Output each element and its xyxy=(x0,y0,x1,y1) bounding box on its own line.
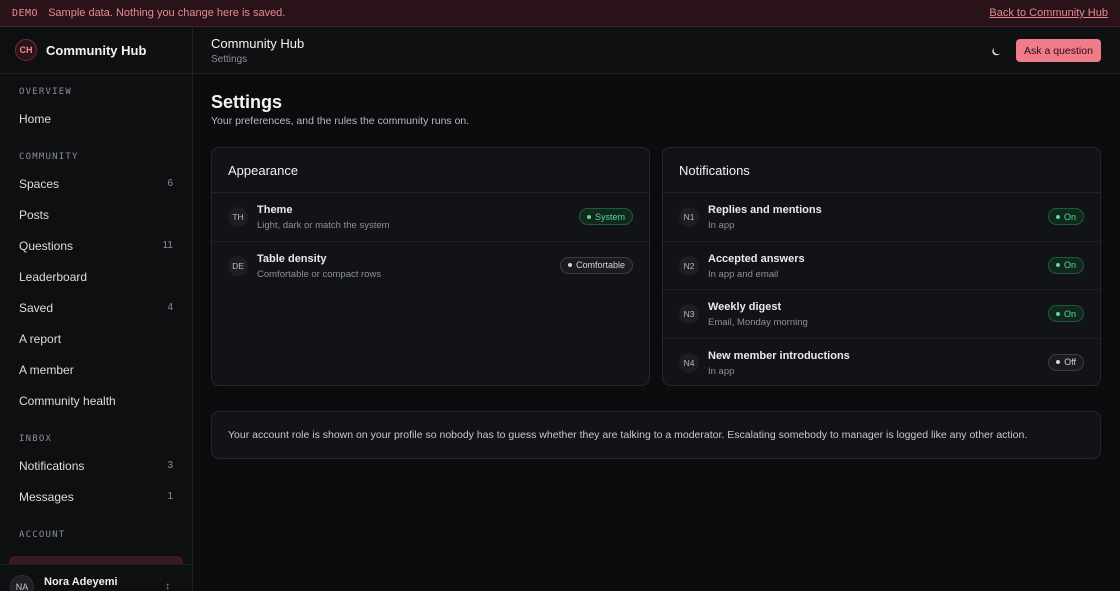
status-dot-icon xyxy=(1055,214,1060,219)
demo-text: Sample data. Nothing you change here is … xyxy=(48,7,286,19)
appearance-card: Appearance TH Theme Light, dark or match… xyxy=(211,147,650,386)
sidebar-item-label: Spaces xyxy=(19,176,60,191)
sidebar-item-count: 3 xyxy=(167,460,173,471)
setting-title: Accepted answers xyxy=(708,252,805,265)
setting-row-accepted[interactable]: N2 Accepted answers In app and email On xyxy=(663,242,1100,290)
sidebar: CH Community Hub OVERVIEW Home COMMUNITY… xyxy=(0,27,193,591)
section-label-account: ACCOUNT xyxy=(19,530,66,540)
setting-code: N4 xyxy=(679,352,699,373)
sidebar-item-label: Questions xyxy=(19,238,74,253)
setting-description: Email, Monday morning xyxy=(708,317,808,328)
moon-icon xyxy=(991,47,1000,55)
sidebar-item-label: A member xyxy=(19,362,74,377)
sidebar-item-count: 4 xyxy=(167,302,173,313)
section-label-community: COMMUNITY xyxy=(19,152,79,162)
demo-banner: DEMO Sample data. Nothing you change her… xyxy=(0,0,1120,27)
sidebar-item-active[interactable] xyxy=(9,556,183,564)
card-title: Appearance xyxy=(212,148,649,193)
setting-title: Replies and mentions xyxy=(708,204,822,216)
sidebar-item-messages[interactable]: Messages 1 xyxy=(0,481,192,512)
status-dot-icon xyxy=(1056,360,1061,364)
breadcrumb: Settings xyxy=(211,54,248,65)
sidebar-item-label: Home xyxy=(19,111,52,126)
setting-value-badge[interactable]: System xyxy=(578,208,633,225)
setting-value-badge[interactable]: On xyxy=(1047,305,1084,322)
setting-code: TH xyxy=(228,207,248,227)
sidebar-item-questions[interactable]: Questions 11 xyxy=(0,230,192,261)
setting-row-introductions[interactable]: N4 New member introductions In app Off xyxy=(663,339,1100,386)
status-dot-icon xyxy=(1055,263,1060,267)
sidebar-item-label: Posts xyxy=(19,207,50,222)
setting-value: On xyxy=(1063,308,1076,319)
setting-description: In app xyxy=(708,220,735,231)
setting-description: Comfortable or compact rows xyxy=(257,268,382,280)
notifications-card: Notifications N1 Replies and mentions In… xyxy=(662,147,1101,386)
sidebar-item-community-health[interactable]: Community health xyxy=(0,385,192,416)
sidebar-item-leaderboard[interactable]: Leaderboard xyxy=(0,261,192,292)
sidebar-item-count: 6 xyxy=(167,178,173,189)
role-note: Your account role is shown on your profi… xyxy=(211,411,1101,459)
page-subtitle: Your preferences, and the rules the comm… xyxy=(211,115,470,127)
setting-value: System xyxy=(594,211,625,222)
setting-value-badge[interactable]: Off xyxy=(1048,353,1084,371)
status-dot-icon xyxy=(567,263,572,267)
status-dot-icon xyxy=(1055,311,1060,316)
setting-code: N3 xyxy=(679,304,699,324)
sidebar-item-label: A report xyxy=(19,331,62,346)
sidebar-item-spaces[interactable]: Spaces 6 xyxy=(0,168,192,199)
section-label-inbox: INBOX xyxy=(19,434,53,444)
setting-description: In app and email xyxy=(708,268,779,280)
setting-description: In app xyxy=(708,365,735,377)
setting-value: On xyxy=(1063,211,1076,222)
setting-value: Off xyxy=(1064,357,1076,367)
setting-title: Weekly digest xyxy=(708,301,782,313)
setting-title: Table density xyxy=(257,252,327,265)
sidebar-item-label: Community health xyxy=(19,393,116,408)
sidebar-item-label: Leaderboard xyxy=(19,269,88,284)
setting-code: DE xyxy=(228,255,248,276)
card-title: Notifications xyxy=(663,148,1100,193)
expand-icon: ↕ xyxy=(165,581,170,591)
theme-toggle-button[interactable] xyxy=(985,41,1005,61)
sidebar-item-member[interactable]: A member xyxy=(0,354,192,385)
setting-title: New member introductions xyxy=(708,349,850,362)
ask-question-button[interactable]: Ask a question xyxy=(1016,39,1101,62)
setting-row-density[interactable]: DE Table density Comfortable or compact … xyxy=(212,242,649,291)
sidebar-item-saved[interactable]: Saved 4 xyxy=(0,292,192,323)
sidebar-item-posts[interactable]: Posts xyxy=(0,199,192,230)
sidebar-item-label: Messages xyxy=(19,489,74,504)
setting-value-badge[interactable]: On xyxy=(1047,208,1084,225)
setting-value-badge[interactable]: Comfortable xyxy=(559,256,633,274)
setting-description: Light, dark or match the system xyxy=(257,220,390,231)
setting-code: N1 xyxy=(679,207,699,227)
setting-row-theme[interactable]: TH Theme Light, dark or match the system… xyxy=(212,193,649,242)
sidebar-item-count: 11 xyxy=(162,240,173,251)
brand-logo: CH xyxy=(15,39,37,61)
avatar: NA xyxy=(10,575,34,591)
sidebar-item-label: Notifications xyxy=(19,458,85,473)
page-title: Settings xyxy=(211,92,283,112)
setting-value-badge[interactable]: On xyxy=(1047,256,1084,274)
back-to-hub-link[interactable]: Back to Community Hub xyxy=(989,7,1108,19)
top-header: Community Hub Settings Ask a question xyxy=(193,27,1120,74)
setting-code: N2 xyxy=(679,255,699,276)
setting-value: Comfortable xyxy=(575,260,625,270)
setting-value: On xyxy=(1063,260,1076,270)
brand[interactable]: CH Community Hub xyxy=(0,27,192,74)
setting-title: Theme xyxy=(257,204,293,216)
setting-row-digest[interactable]: N3 Weekly digest Email, Monday morning O… xyxy=(663,290,1100,339)
user-menu[interactable]: NA Nora Adeyemi ↕ xyxy=(0,564,192,591)
demo-tag: DEMO xyxy=(12,7,39,19)
user-name: Nora Adeyemi xyxy=(44,576,118,588)
sidebar-item-notifications[interactable]: Notifications 3 xyxy=(0,450,192,481)
sidebar-item-label: Saved xyxy=(19,300,54,315)
setting-row-replies[interactable]: N1 Replies and mentions In app On xyxy=(663,193,1100,242)
sidebar-item-count: 1 xyxy=(167,491,173,502)
sidebar-item-home[interactable]: Home xyxy=(0,103,192,134)
status-dot-icon xyxy=(586,214,591,219)
header-title: Community Hub xyxy=(211,36,305,51)
section-label-overview: OVERVIEW xyxy=(19,87,72,97)
brand-name: Community Hub xyxy=(46,42,147,58)
sidebar-item-report[interactable]: A report xyxy=(0,323,192,354)
